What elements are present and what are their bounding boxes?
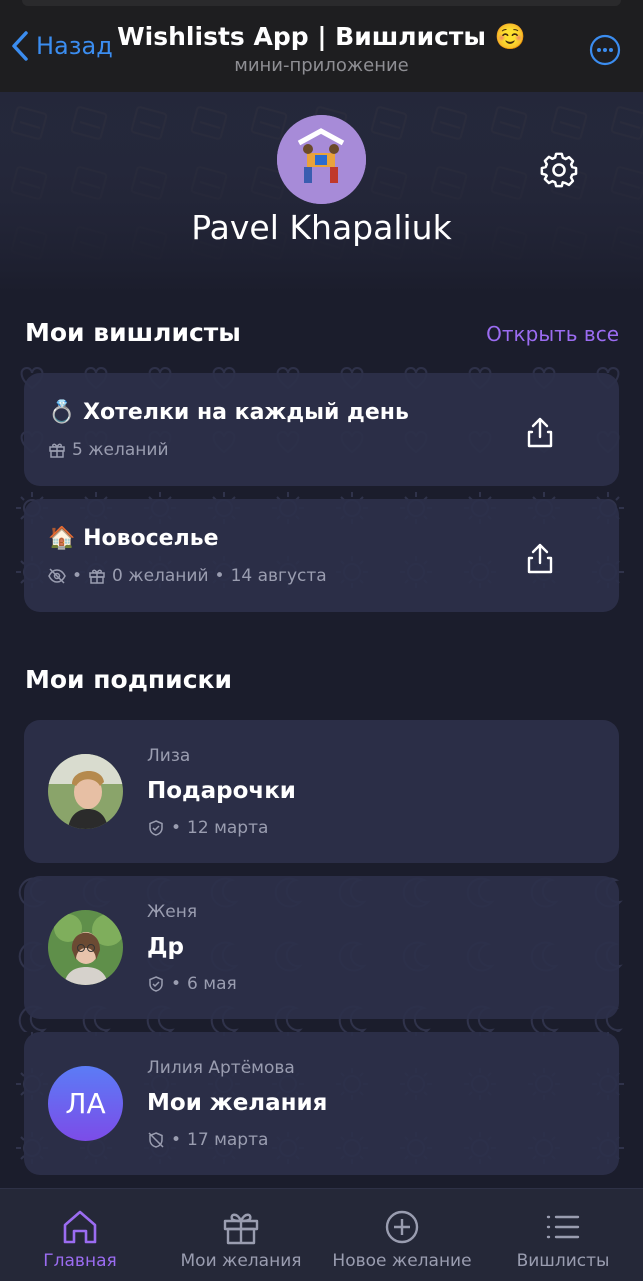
gift-icon — [49, 443, 65, 458]
subscription-card[interactable]: Женя Др • 6 мая — [24, 876, 619, 1019]
meta-separator: • — [171, 1130, 182, 1150]
subscription-card[interactable]: Лиза Подарочки • 12 марта — [24, 720, 619, 863]
meta-separator: • — [72, 566, 83, 586]
subscription-date: 6 мая — [187, 974, 237, 994]
subscription-meta: • 12 марта — [147, 818, 268, 838]
eye-slash-icon — [48, 568, 66, 584]
profile-name: Pavel Khapaliuk — [191, 208, 452, 247]
meta-separator: • — [171, 818, 182, 838]
gift-icon — [223, 1213, 259, 1245]
meta-separator: • — [171, 974, 182, 994]
settings-gear-icon[interactable] — [539, 150, 579, 190]
subscription-title: Подарочки — [147, 778, 296, 804]
avatar: ЛА — [48, 1066, 123, 1141]
app-header: Назад Wishlists App | Вишлисты ☺️ мини-п… — [0, 0, 643, 92]
open-all-link[interactable]: Открыть все — [486, 322, 619, 346]
wishlist-name: Новоселье — [83, 526, 219, 551]
tab-my-wishes[interactable]: Мои желания — [176, 1189, 306, 1281]
shield-slash-icon — [148, 1132, 164, 1148]
wishlist-meta: • 0 желаний • 14 августа — [48, 566, 327, 586]
profile-avatar[interactable] — [277, 115, 366, 204]
share-icon[interactable] — [524, 541, 556, 575]
app-title: Wishlists App | Вишлисты ☺️ — [117, 22, 526, 51]
header-handle — [22, 0, 621, 6]
meta-separator: • — [214, 566, 225, 586]
wish-count: 5 желаний — [72, 440, 169, 460]
tab-label: Мои желания — [180, 1251, 302, 1271]
subscription-meta: • 6 мая — [147, 974, 237, 994]
tab-label: Главная — [43, 1251, 117, 1271]
app-subtitle: мини-приложение — [234, 55, 409, 76]
subscription-date: 12 марта — [187, 818, 269, 838]
wishlist-name: Хотелки на каждый день — [83, 400, 409, 425]
avatar — [48, 754, 123, 829]
subscription-title: Др — [147, 934, 184, 960]
subscription-card[interactable]: ЛА Лилия Артёмова Мои желания • 17 марта — [24, 1032, 619, 1175]
shield-icon — [149, 820, 163, 836]
background-pattern — [0, 92, 643, 1182]
avatar-initials: ЛА — [65, 1087, 106, 1120]
wishlists-section-title: Мои вишлисты — [25, 318, 241, 347]
wishlist-title: 🏠 Новоселье — [48, 526, 219, 551]
more-options-icon[interactable] — [589, 34, 621, 66]
avatar-illustration — [277, 115, 366, 204]
tab-home[interactable]: Главная — [20, 1189, 140, 1281]
home-icon — [63, 1210, 97, 1244]
subscription-title: Мои желания — [147, 1090, 328, 1116]
wishlist-card[interactable]: 🏠 Новоселье • 0 желаний • 14 августа — [24, 499, 619, 612]
wishlist-card[interactable]: 💍 Хотелки на каждый день 5 желаний — [24, 373, 619, 486]
bottom-tab-bar: Главная Мои желания Новое желание Вишлис… — [0, 1188, 643, 1281]
wishlist-meta: 5 желаний — [48, 440, 169, 460]
subscriptions-section-title: Мои подписки — [25, 665, 233, 694]
ring-emoji-icon: 💍 — [48, 400, 76, 425]
share-icon[interactable] — [524, 415, 556, 449]
gift-icon — [89, 569, 105, 584]
shield-icon — [149, 976, 163, 992]
list-icon — [546, 1215, 580, 1239]
tab-label: Новое желание — [332, 1251, 472, 1271]
house-emoji-icon: 🏠 — [48, 526, 76, 551]
wishlist-title: 💍 Хотелки на каждый день — [48, 400, 409, 425]
subscription-owner: Лилия Артёмова — [147, 1058, 295, 1078]
subscription-meta: • 17 марта — [147, 1130, 268, 1150]
plus-circle-icon — [385, 1210, 419, 1244]
avatar — [48, 910, 123, 985]
subscription-owner: Лиза — [147, 746, 191, 766]
wish-count: 0 желаний — [112, 566, 209, 586]
tab-new-wish[interactable]: Новое желание — [332, 1189, 472, 1281]
tab-wishlists[interactable]: Вишлисты — [508, 1189, 618, 1281]
subscription-owner: Женя — [147, 902, 198, 922]
wishlist-date: 14 августа — [230, 566, 327, 586]
subscription-date: 17 марта — [187, 1130, 269, 1150]
tab-label: Вишлисты — [516, 1251, 610, 1271]
